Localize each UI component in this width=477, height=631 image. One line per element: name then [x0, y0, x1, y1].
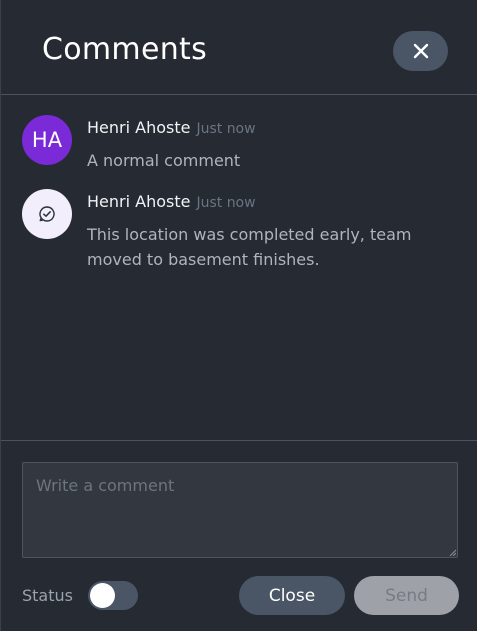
send-button[interactable]: Send — [354, 576, 459, 615]
comment-time: Just now — [196, 121, 256, 137]
comment-author: Henri Ahoste — [87, 118, 191, 137]
comment-time: Just now — [196, 195, 256, 211]
comment-text: This location was completed early, team … — [87, 225, 412, 269]
comment-meta: Henri Ahoste Just now — [87, 118, 256, 137]
comment-meta: Henri Ahoste Just now — [87, 192, 256, 211]
comment-author: Henri Ahoste — [87, 192, 191, 211]
comments-panel: Comments HA Henri Ahoste Just now A norma… — [0, 0, 477, 631]
panel-title: Comments — [42, 32, 208, 67]
avatar: HA — [22, 115, 72, 165]
footer-divider — [1, 440, 477, 441]
comment-input[interactable] — [22, 462, 458, 558]
close-panel-button[interactable] — [393, 31, 448, 71]
status-label: Status — [22, 586, 73, 605]
toggle-knob — [90, 583, 115, 608]
panel-header: Comments — [1, 0, 477, 95]
avatar — [22, 189, 72, 239]
close-icon — [413, 43, 428, 59]
status-toggle[interactable] — [88, 581, 138, 610]
resize-handle-icon[interactable] — [449, 549, 456, 556]
close-button[interactable]: Close — [239, 576, 345, 615]
comment-text: A normal comment — [87, 151, 241, 170]
status-check-icon — [39, 206, 55, 222]
